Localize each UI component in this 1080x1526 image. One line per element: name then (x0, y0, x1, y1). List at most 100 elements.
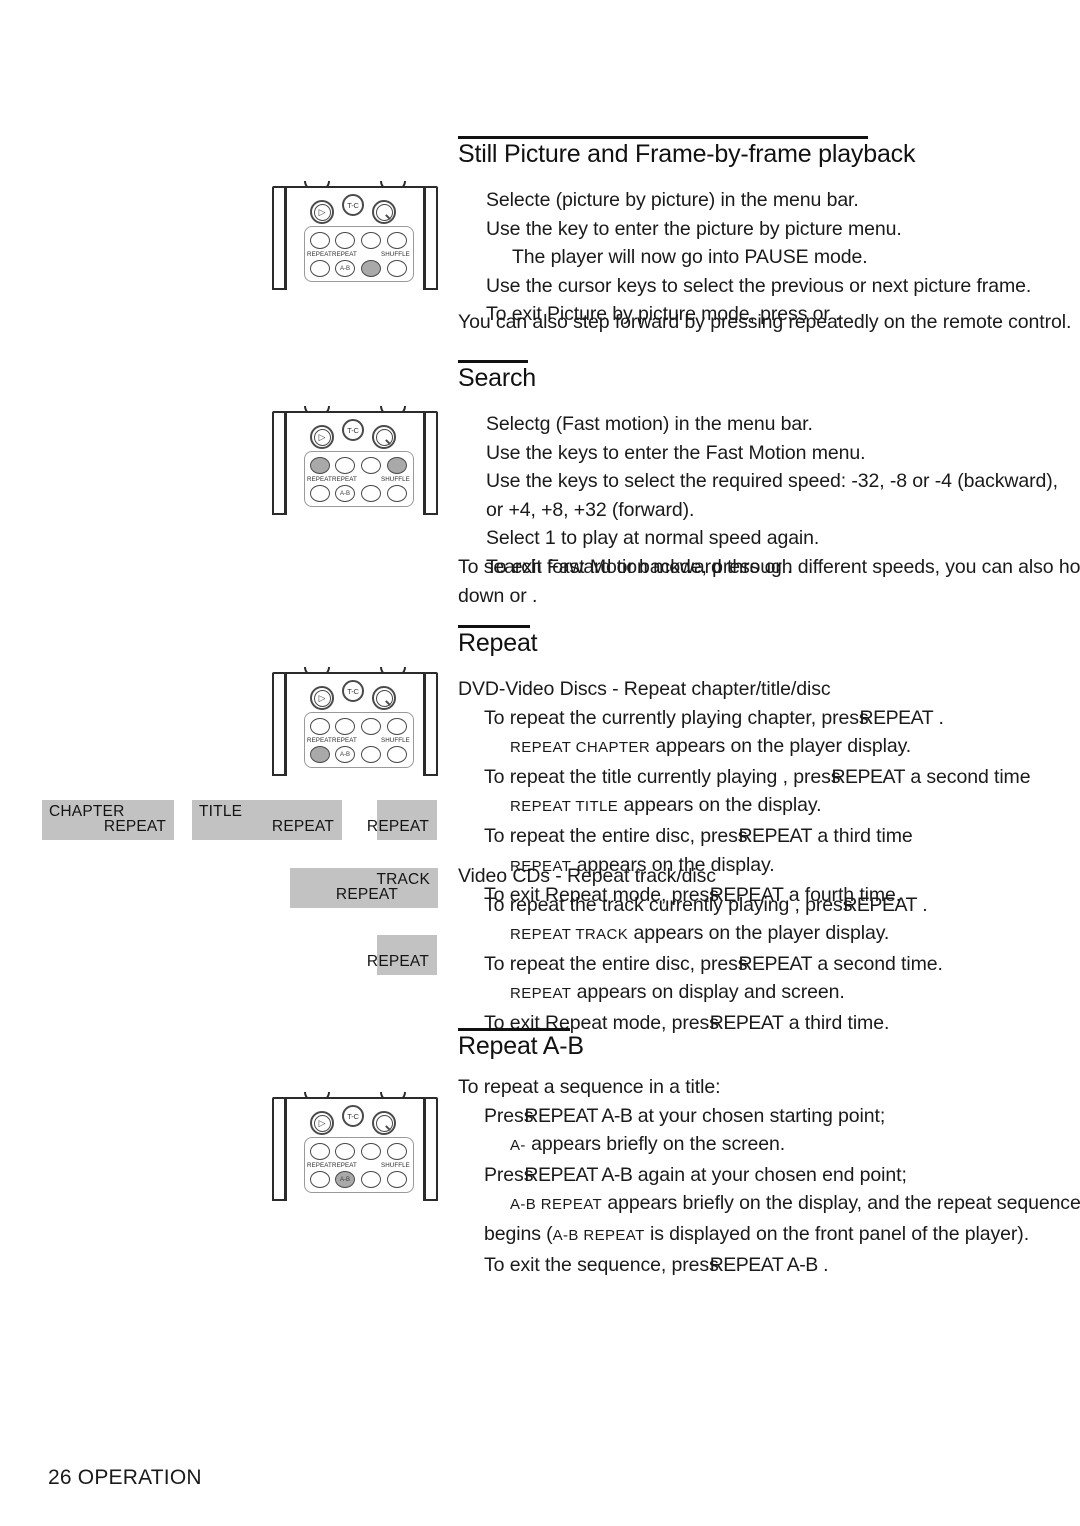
key-row1-col1 (310, 1143, 330, 1160)
play-triangle-icon: ▷ (313, 1114, 331, 1132)
key-label-repeat-2: REPEAT (332, 737, 357, 744)
step-post: . (938, 706, 944, 729)
step-post: . (823, 1253, 829, 1276)
display-box-title-repeat: TITLE REPEAT (192, 800, 342, 840)
remote-keypad: REPEAT REPEAT SHUFFLE A-B (304, 712, 414, 768)
step-post: a second time. (817, 952, 943, 975)
key-repeat-highlighted (310, 746, 330, 763)
display-label-repeat: REPEAT (366, 818, 429, 835)
key-label-shuffle: SHUFFLE (381, 1162, 410, 1169)
remote-frame-right (424, 672, 438, 776)
play-triangle-icon: ▷ (313, 689, 331, 707)
magnifier-icon (375, 1114, 393, 1132)
remote-keypad: REPEAT REPEAT SHUFFLE A-B (304, 451, 414, 507)
heading-rule (458, 360, 528, 363)
remote-frame-left (272, 411, 286, 515)
display-post: appears on the player display. (655, 735, 912, 758)
key-label-repeat-2: REPEAT (332, 1162, 357, 1169)
button-name: REPEAT A-B (524, 1104, 633, 1127)
button-name: REPEAT (738, 824, 813, 847)
heading-repeat-ab: Repeat A-B (458, 1028, 584, 1061)
title-chapter-button: T-C (342, 1105, 364, 1127)
button-name: REPEAT A-B (524, 1163, 633, 1186)
button-name: REPEAT (831, 765, 906, 788)
key-label-repeat-2: REPEAT (332, 476, 357, 483)
zoom-button (372, 425, 396, 449)
manual-page: Still Picture and Frame-by-frame playbac… (0, 0, 1080, 1526)
step-post: a third time. (788, 1011, 890, 1034)
display-box-chapter-repeat: CHAPTER REPEAT (42, 800, 174, 840)
zoom-button (372, 1111, 396, 1135)
display-indicator-text: A- (510, 1137, 526, 1155)
note-line: You can also step forward by pressing re… (458, 311, 1072, 333)
heading-repeat-label: Repeat (458, 629, 538, 657)
note-line: To search forward or backward through di… (458, 556, 1080, 578)
remote-top-edge (285, 186, 425, 188)
subheading-vcd: Video CDs - Repeat track/disc (458, 865, 716, 887)
remote-still-picture: ▷ T-C REPEAT REPEAT SHUFFLE A-B (272, 181, 438, 290)
display-line: REPEAT TITLE appears on the display. (458, 791, 1030, 822)
display-label-repeat: REPEAT (335, 886, 398, 903)
key-shuffle (387, 746, 407, 763)
display-label-repeat: REPEAT (271, 818, 334, 835)
display-indicator-text: REPEAT TITLE (510, 798, 619, 816)
step-button: ▷ (310, 200, 334, 224)
magnifier-icon (375, 203, 393, 221)
step-post: is displayed on the front panel of the p… (649, 1222, 1030, 1245)
step-line: begins (A-B REPEAT is displayed on the f… (458, 1220, 1080, 1251)
key-row1-col3 (361, 718, 381, 735)
step-line: Selectg (Fast motion) in the menu bar. (486, 413, 813, 435)
repeat-ab-intro: To repeat a sequence in a title: (458, 1076, 721, 1098)
remote-repeat-ab: ▷ T-C REPEAT REPEAT SHUFFLE A-B (272, 1092, 438, 1201)
display-post: appears on the player display. (633, 922, 890, 945)
display-line: A- appears briefly on the screen. (458, 1130, 1080, 1161)
step-pre: To repeat the title currently playing , … (484, 765, 841, 788)
step-pre: To repeat the entire disc, press (484, 952, 748, 975)
step-button: ▷ (310, 425, 334, 449)
display-line: REPEAT CHAPTER appears on the player dis… (458, 732, 1030, 763)
step-post: at your chosen starting point; (637, 1104, 886, 1127)
magnifier-icon (375, 689, 393, 707)
key-row1-col1 (310, 718, 330, 735)
title-chapter-button: T-C (342, 680, 364, 702)
remote-top-edge (285, 672, 425, 674)
step-pre: To repeat the track currently playing , … (484, 893, 853, 916)
key-row2-col3 (361, 746, 381, 763)
key-label-repeat-2: REPEAT (332, 251, 357, 258)
step-line: To repeat the entire disc, pressREPEAT a… (458, 950, 943, 979)
key-label-repeat-1: REPEAT (307, 251, 332, 258)
zoom-button (372, 686, 396, 710)
step-line: To exit the sequence, pressREPEAT A-B . (458, 1251, 1080, 1280)
remote-frame-left (272, 1097, 286, 1201)
heading-rule (458, 1028, 570, 1031)
button-name: REPEAT (843, 893, 917, 916)
key-row2-col3 (361, 1171, 381, 1188)
key-row1-col2 (335, 718, 355, 735)
zoom-button (372, 200, 396, 224)
display-indicator-text: REPEAT TRACK (510, 926, 629, 944)
key-shuffle (387, 260, 407, 277)
display-line: REPEAT appears on display and screen. (458, 978, 943, 1009)
search-note: To search forward or backward through di… (458, 553, 1080, 610)
remote-frame-right (424, 186, 438, 290)
step-line: PressREPEAT A-B at your chosen starting … (458, 1102, 1080, 1131)
key-row1-col4-highlighted (387, 457, 407, 474)
step-post: a second time (910, 765, 1031, 788)
key-row1-col3 (361, 457, 381, 474)
repeat-ab-block: To repeat a sequence in a title: PressRE… (458, 1073, 1080, 1279)
step-pre: To repeat the entire disc, press (484, 824, 748, 847)
key-repeat (310, 485, 330, 502)
remote-repeat: ▷ T-C REPEAT REPEAT SHUFFLE A-B (272, 667, 438, 776)
key-label-shuffle: SHUFFLE (381, 251, 410, 258)
key-repeat (310, 1171, 330, 1188)
display-indicator-text: REPEAT (510, 985, 572, 1003)
step-pre: To repeat the currently playing chapter,… (484, 706, 869, 729)
key-row2-col3 (361, 485, 381, 502)
step-line: or +4, +8, +32 (forward). (486, 498, 695, 521)
step-post: a third time (817, 824, 913, 847)
heading-still-picture-label: Still Picture and Frame-by-frame playbac… (458, 140, 916, 168)
display-label-title: TITLE (199, 803, 243, 820)
key-shuffle (387, 1171, 407, 1188)
page-footer: 26 OPERATION (48, 1466, 202, 1489)
remote-frame-right (424, 411, 438, 515)
